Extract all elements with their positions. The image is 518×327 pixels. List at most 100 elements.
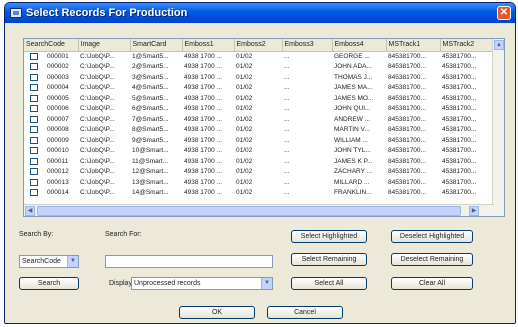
horizontal-scroll-thumb[interactable] xyxy=(37,206,461,216)
row-checkbox[interactable] xyxy=(30,189,38,197)
select-all-button[interactable]: Select All xyxy=(291,277,367,290)
column-header[interactable]: SmartCard xyxy=(130,39,183,52)
table-cell: 45381700... xyxy=(442,105,477,113)
table-row[interactable]: 000008 C:\JobQ\P... 8@Smart5... 4938 1700 .… xyxy=(24,125,494,136)
table-cell: C:\JobQ\P... xyxy=(80,136,115,144)
table-cell: 45381700... xyxy=(442,168,477,176)
column-header[interactable]: MSTrack2 xyxy=(440,39,495,52)
search-code-cell: 000008 xyxy=(47,126,69,134)
table-cell: ... xyxy=(284,115,290,123)
table-row[interactable]: 000005 C:\JobQ\P... 5@Smart5... 4938 1700 .… xyxy=(24,93,494,104)
row-checkbox[interactable] xyxy=(30,105,38,113)
column-header[interactable]: Emboss2 xyxy=(234,39,283,52)
row-checkbox[interactable] xyxy=(30,84,38,92)
ok-button[interactable]: OK xyxy=(179,306,255,319)
table-cell: 000009 xyxy=(24,135,78,146)
table-row[interactable]: 000010 C:\JobQ\P... 10@Smart... 4938 1700 .… xyxy=(24,146,494,157)
display-dropdown[interactable]: Unprocessed records ▼ xyxy=(131,277,273,290)
table-cell: 4938 1700 ... xyxy=(184,136,222,144)
deselect-remaining-button[interactable]: Deselect Remaining xyxy=(391,253,473,266)
column-header[interactable]: Emboss1 xyxy=(182,39,235,52)
column-header[interactable]: MSTrack1 xyxy=(386,39,441,52)
table-cell: 4938 1700 ... xyxy=(184,115,222,123)
table-row[interactable]: 000006 C:\JobQ\P... 6@Smart5... 4938 1700 .… xyxy=(24,104,494,115)
table-row[interactable]: 000007 C:\JobQ\P... 7@Smart5... 4938 1700 .… xyxy=(24,114,494,125)
chevron-down-icon[interactable]: ▼ xyxy=(67,256,78,267)
table-cell: ... xyxy=(284,84,290,92)
table-cell: C:\JobQ\P... xyxy=(80,126,115,134)
search-by-value: SearchCode xyxy=(22,258,61,265)
table-row[interactable]: 000002 C:\JobQ\P... 2@Smart5... 4938 1700 .… xyxy=(24,62,494,73)
table-cell: 4938 1700 ... xyxy=(184,105,222,113)
row-checkbox[interactable] xyxy=(30,115,38,123)
table-cell: 45381700... xyxy=(442,73,477,81)
table-cell: 4938 1700 ... xyxy=(184,157,222,165)
column-header[interactable]: Emboss4 xyxy=(332,39,387,52)
deselect-highlighted-button[interactable]: Deselect Highlighted xyxy=(391,230,473,243)
chevron-down-icon[interactable]: ▼ xyxy=(261,278,272,289)
column-header[interactable]: Image xyxy=(78,39,131,52)
table-cell: 01/02 xyxy=(236,105,253,113)
table-cell: 8@Smart5... xyxy=(132,126,169,134)
clear-all-button[interactable]: Clear All xyxy=(391,277,473,290)
search-code-cell: 000003 xyxy=(47,73,69,81)
row-checkbox[interactable] xyxy=(30,136,38,144)
table-row[interactable]: 000004 C:\JobQ\P... 4@Smart5... 4938 1700 .… xyxy=(24,83,494,94)
row-checkbox[interactable] xyxy=(30,94,38,102)
window-title: Select Records For Production xyxy=(26,7,188,19)
table-cell: GEORGE ... xyxy=(334,53,370,60)
table-cell: ANDREW ... xyxy=(334,115,371,123)
search-by-dropdown[interactable]: SearchCode ▼ xyxy=(19,255,79,268)
table-cell: C:\JobQ\P... xyxy=(80,168,115,176)
table-cell: 845381700... xyxy=(388,115,426,123)
column-header[interactable]: SearchCode xyxy=(24,39,79,52)
row-checkbox[interactable] xyxy=(30,157,38,165)
row-checkbox[interactable] xyxy=(30,168,38,176)
row-checkbox[interactable] xyxy=(30,52,38,60)
row-checkbox[interactable] xyxy=(30,147,38,155)
select-remaining-button[interactable]: Select Remaining xyxy=(291,253,367,266)
table-row[interactable]: 000014 C:\JobQ\P... 14@Smart... 4938 1700 .… xyxy=(24,188,494,199)
table-cell: 45381700... xyxy=(442,115,477,123)
column-header[interactable]: Emboss3 xyxy=(282,39,333,52)
table-cell: C:\JobQ\P... xyxy=(80,73,115,81)
app-icon xyxy=(10,8,22,18)
search-button[interactable]: Search xyxy=(19,277,79,290)
table-cell: 845381700... xyxy=(388,53,426,60)
scroll-right-arrow-icon[interactable]: ▶ xyxy=(469,206,479,216)
table-cell: 45381700... xyxy=(442,147,477,155)
table-cell: 4938 1700 ... xyxy=(184,73,222,81)
table-cell: 45381700... xyxy=(442,157,477,165)
table-cell: C:\JobQ\P... xyxy=(80,115,115,123)
search-for-input[interactable] xyxy=(105,255,273,268)
vertical-scrollbar[interactable]: ▲ xyxy=(492,39,504,216)
table-row[interactable]: 000012 C:\JobQ\P... 12@Smart... 4938 1700 .… xyxy=(24,167,494,178)
table-row[interactable]: 000009 C:\JobQ\P... 9@Smart5... 4938 1700 .… xyxy=(24,135,494,146)
table-row[interactable]: 000013 C:\JobQ\P... 13@Smart... 4938 1700 .… xyxy=(24,177,494,188)
table-row[interactable]: 000001 C:\JobQ\P... 1@Smart5... 4938 1700 .… xyxy=(24,51,494,62)
search-code-cell: 000005 xyxy=(47,94,69,102)
table-row[interactable]: 000011 C:\JobQ\P... 11@Smart... 4938 1700 .… xyxy=(24,156,494,167)
cancel-button[interactable]: Cancel xyxy=(267,306,343,319)
row-checkbox[interactable] xyxy=(30,178,38,186)
title-bar[interactable]: Select Records For Production ✕ xyxy=(5,3,515,23)
row-checkbox[interactable] xyxy=(30,63,38,71)
scroll-left-arrow-icon[interactable]: ◀ xyxy=(25,206,35,216)
table-row[interactable]: 000003 C:\JobQ\P... 3@Smart5... 4938 1700 .… xyxy=(24,72,494,83)
select-highlighted-button[interactable]: Select Highlighted xyxy=(291,230,367,243)
row-checkbox[interactable] xyxy=(30,73,38,81)
table-cell: C:\JobQ\P... xyxy=(80,53,115,60)
table-header-row: SearchCode Image SmartCard Emboss1 Emboss2 Em… xyxy=(24,39,495,52)
close-button[interactable]: ✕ xyxy=(497,6,511,20)
scroll-up-arrow-icon[interactable]: ▲ xyxy=(494,40,504,50)
horizontal-scrollbar[interactable]: ◀ ▶ xyxy=(24,204,494,216)
search-code-cell: 000012 xyxy=(47,168,69,176)
row-checkbox[interactable] xyxy=(30,126,38,134)
table-cell: 4938 1700 ... xyxy=(184,147,222,155)
table-cell: 01/02 xyxy=(236,168,253,176)
table-cell: 4938 1700 ... xyxy=(184,84,222,92)
search-code-cell: 000006 xyxy=(47,105,69,113)
display-value: Unprocessed records xyxy=(134,280,201,287)
table-cell: 13@Smart... xyxy=(132,178,169,186)
table-cell: 000001 xyxy=(24,51,78,62)
